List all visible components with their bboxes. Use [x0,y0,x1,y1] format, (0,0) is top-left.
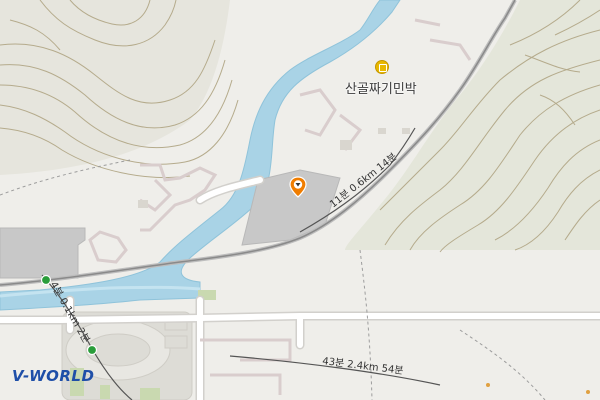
logo-text: V-WORLD [12,367,95,385]
lodging-icon[interactable] [375,60,389,74]
route-end-point[interactable] [86,344,98,356]
map-canvas[interactable]: 11분 0.6km 14분 4분 0.1km 2분 43분 2.4km 54분 [0,0,600,400]
location-pin-icon[interactable] [289,176,307,198]
route-start-point[interactable] [40,274,52,286]
map-view[interactable]: 11분 0.6km 14분 4분 0.1km 2분 43분 2.4km 54분 … [0,0,600,400]
vworld-logo: V-WORLD [12,367,94,385]
poi-label[interactable]: 산골짜기민박 [345,78,417,97]
building-area-left [0,227,86,279]
